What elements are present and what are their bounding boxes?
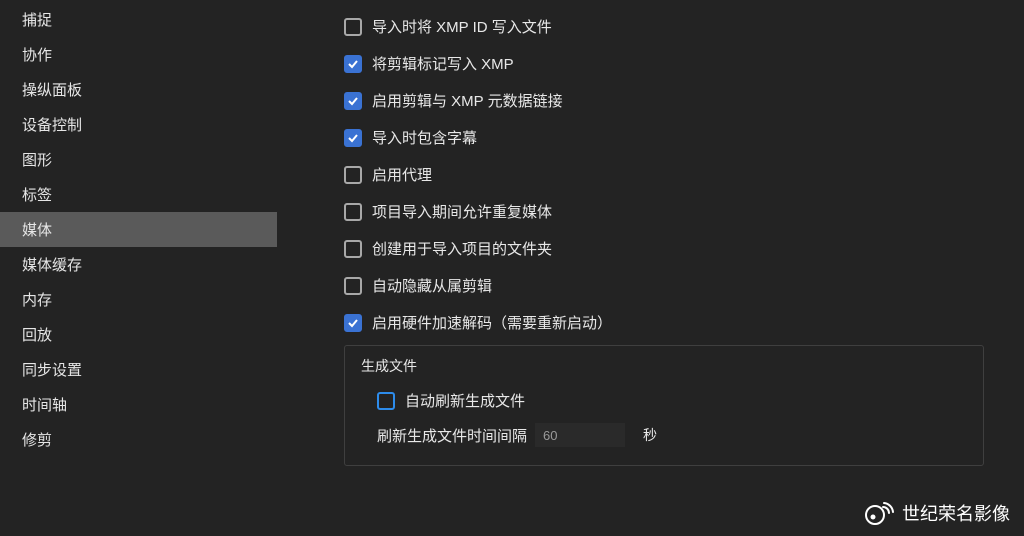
option-label-0: 导入时将 XMP ID 写入文件 [372,16,552,37]
option-row-7: 自动隐藏从属剪辑 [297,267,1004,304]
option-row-2: 启用剪辑与 XMP 元数据链接 [297,82,1004,119]
sidebar-item-3[interactable]: 设备控制 [0,107,277,142]
option-checkbox-1[interactable] [344,55,362,73]
option-checkbox-5[interactable] [344,203,362,221]
option-checkbox-7[interactable] [344,277,362,295]
group-title: 生成文件 [359,356,969,376]
option-label-3: 导入时包含字幕 [372,127,477,148]
option-row-6: 创建用于导入项目的文件夹 [297,230,1004,267]
sidebar-item-1[interactable]: 协作 [0,37,277,72]
option-checkbox-6[interactable] [344,240,362,258]
option-checkbox-2[interactable] [344,92,362,110]
option-label-7: 自动隐藏从属剪辑 [372,275,492,296]
sidebar-item-6[interactable]: 媒体 [0,212,277,247]
option-checkbox-3[interactable] [344,129,362,147]
preferences-content: 导入时将 XMP ID 写入文件将剪辑标记写入 XMP 启用剪辑与 XMP 元数据… [277,0,1024,536]
interval-label: 刷新生成文件时间间隔 [377,425,527,446]
option-label-2: 启用剪辑与 XMP 元数据链接 [372,90,563,111]
option-checkbox-8[interactable] [344,314,362,332]
option-row-8: 启用硬件加速解码（需要重新启动） [297,304,1004,341]
sidebar-item-2[interactable]: 操纵面板 [0,72,277,107]
option-label-5: 项目导入期间允许重复媒体 [372,201,552,222]
interval-unit: 秒 [643,425,657,445]
option-label-8: 启用硬件加速解码（需要重新启动） [372,312,612,333]
sidebar-item-5[interactable]: 标签 [0,177,277,212]
sidebar-item-7[interactable]: 媒体缓存 [0,247,277,282]
option-checkbox-4[interactable] [344,166,362,184]
sidebar-item-4[interactable]: 图形 [0,142,277,177]
generate-files-group: 生成文件 自动刷新生成文件 刷新生成文件时间间隔 秒 [344,345,984,466]
option-row-0: 导入时将 XMP ID 写入文件 [297,8,1004,45]
option-row-1: 将剪辑标记写入 XMP [297,45,1004,82]
sidebar-item-9[interactable]: 回放 [0,317,277,352]
option-label-1: 将剪辑标记写入 XMP [372,53,514,74]
auto-refresh-label: 自动刷新生成文件 [405,390,525,411]
sidebar-item-11[interactable]: 时间轴 [0,387,277,422]
preferences-sidebar: 捕捉协作操纵面板设备控制图形标签媒体媒体缓存内存回放同步设置时间轴修剪 [0,0,277,536]
sidebar-item-8[interactable]: 内存 [0,282,277,317]
option-checkbox-0[interactable] [344,18,362,36]
option-row-3: 导入时包含字幕 [297,119,1004,156]
sidebar-item-0[interactable]: 捕捉 [0,2,277,37]
option-row-4: 启用代理 [297,156,1004,193]
auto-refresh-checkbox[interactable] [377,392,395,410]
option-row-5: 项目导入期间允许重复媒体 [297,193,1004,230]
sidebar-item-12[interactable]: 修剪 [0,422,277,457]
interval-input[interactable] [535,423,625,447]
option-label-6: 创建用于导入项目的文件夹 [372,238,552,259]
sidebar-item-10[interactable]: 同步设置 [0,352,277,387]
option-label-4: 启用代理 [372,164,432,185]
